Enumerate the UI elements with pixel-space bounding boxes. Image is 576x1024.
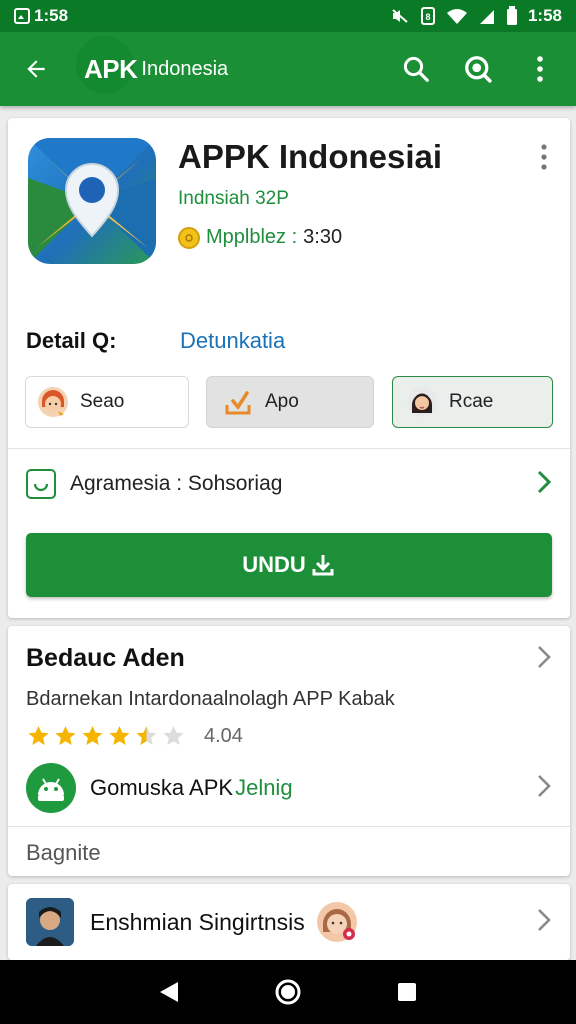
related-app-row[interactable]: Gomuska APK Jelnig — [8, 758, 570, 818]
divider — [8, 448, 570, 449]
search-icon — [403, 56, 429, 82]
chip-seao[interactable]: Seao — [25, 376, 189, 428]
search-focus-icon — [465, 56, 492, 83]
rating-value: 4.04 — [204, 724, 243, 747]
star-half-icon — [136, 726, 157, 745]
back-arrow-icon — [27, 60, 45, 78]
star-empty-icon — [163, 726, 184, 745]
back-triangle-icon — [160, 982, 179, 1002]
developer-row[interactable]: Enshmian Singirtnsis — [8, 884, 570, 960]
app-meta-value: 3:30 — [303, 226, 343, 248]
related-title[interactable]: Bedauc Aden — [26, 644, 185, 673]
chip-rcae[interactable]: Rcae — [392, 376, 553, 428]
agreement-text: Agramesia : Sohsoriag — [70, 472, 283, 495]
status-time-left: 1:58 — [34, 6, 69, 25]
app-bar-actions — [394, 47, 562, 91]
rating-stars: 4.04 — [26, 724, 243, 748]
download-icon — [312, 555, 334, 576]
chevron-right-icon — [536, 773, 552, 804]
divider — [8, 826, 570, 827]
card-more-button[interactable] — [532, 142, 556, 172]
back-button[interactable] — [14, 47, 58, 91]
star-icon — [109, 726, 130, 745]
more-options-button[interactable] — [518, 47, 562, 91]
nav-home-button[interactable] — [266, 970, 310, 1014]
app-icon[interactable] — [28, 138, 156, 264]
download-button[interactable]: UNDU — [26, 533, 552, 597]
app-developer[interactable]: Indnsiah 32P — [178, 188, 289, 210]
detail-label: Detail Q: — [26, 328, 117, 353]
chip-label: Seao — [80, 391, 125, 412]
map-pin-star-icon — [28, 138, 156, 264]
more-vert-icon — [541, 144, 547, 170]
app-detail-card: APPK Indonesiai Indnsiah 32P Mpplblez : … — [8, 118, 570, 618]
status-time: 1:58 — [527, 6, 562, 25]
agreement-row[interactable]: Agramesia : Sohsoriag — [8, 458, 570, 510]
chip-label: Apo — [265, 391, 299, 412]
nav-recents-button[interactable] — [385, 970, 429, 1014]
home-circle-icon — [275, 979, 301, 1005]
status-right: 8 1:58 — [390, 6, 562, 26]
more-vert-icon — [537, 56, 543, 82]
developer-card: Enshmian Singirtnsis — [8, 884, 570, 960]
chip-apo[interactable]: Apo — [206, 376, 374, 428]
chevron-right-icon[interactable] — [536, 644, 552, 675]
related-footer[interactable]: Bagnite — [26, 840, 101, 866]
chevron-right-icon — [536, 469, 552, 500]
status-left: 1:58 — [14, 6, 68, 26]
app-title: APPK Indonesiai — [178, 138, 443, 175]
star-icon — [28, 726, 49, 745]
app-meta: Mpplblez : 3:30 — [178, 226, 342, 249]
search-button[interactable] — [394, 47, 438, 91]
mute-icon — [390, 7, 410, 25]
checkbox-icon[interactable] — [26, 469, 56, 499]
avatar-girl-icon — [38, 387, 68, 417]
detail-link[interactable]: Detunkatia — [180, 328, 285, 354]
nav-back-button[interactable] — [147, 970, 191, 1014]
wifi-icon — [446, 7, 468, 25]
avatar-woman-icon — [407, 387, 437, 417]
top-app-bar: APK Indonesia — [0, 32, 576, 106]
download-label: UNDU — [242, 552, 306, 577]
avatar-badge-icon — [316, 902, 357, 942]
related-app-tag: Jelnig — [235, 775, 293, 800]
coin-icon — [178, 226, 200, 249]
brand-logo-text: APK — [84, 53, 138, 84]
related-card: Bedauc Aden Bdarnekan Intardonaalnolagh … — [8, 626, 570, 876]
download-tray-icon — [223, 387, 253, 417]
photo-icon — [14, 7, 30, 25]
developer-name: Enshmian Singirtnsis — [90, 908, 305, 935]
chevron-right-icon — [536, 907, 552, 938]
svg-text:8: 8 — [425, 12, 430, 22]
nfc-icon: 8 — [420, 7, 436, 25]
related-app-name: Gomuska APK — [90, 775, 234, 800]
signal-icon — [478, 7, 496, 25]
system-nav-bar — [0, 960, 576, 1024]
star-icon — [55, 726, 76, 745]
status-bar: 1:58 8 1:58 — [0, 0, 576, 32]
star-icon — [82, 726, 103, 745]
search-focus-button[interactable] — [456, 47, 500, 91]
brand-name: Indonesia — [141, 57, 229, 80]
app-meta-key: Mpplblez : — [206, 226, 298, 248]
developer-avatar — [26, 898, 74, 946]
recents-square-icon — [397, 983, 416, 1001]
battery-icon — [506, 6, 518, 26]
related-description: Bdarnekan Intardonaalnolagh APP Kabak — [26, 688, 395, 710]
android-app-icon — [26, 763, 76, 813]
brand[interactable]: APK Indonesia — [76, 35, 229, 94]
chip-label: Rcae — [449, 391, 494, 412]
